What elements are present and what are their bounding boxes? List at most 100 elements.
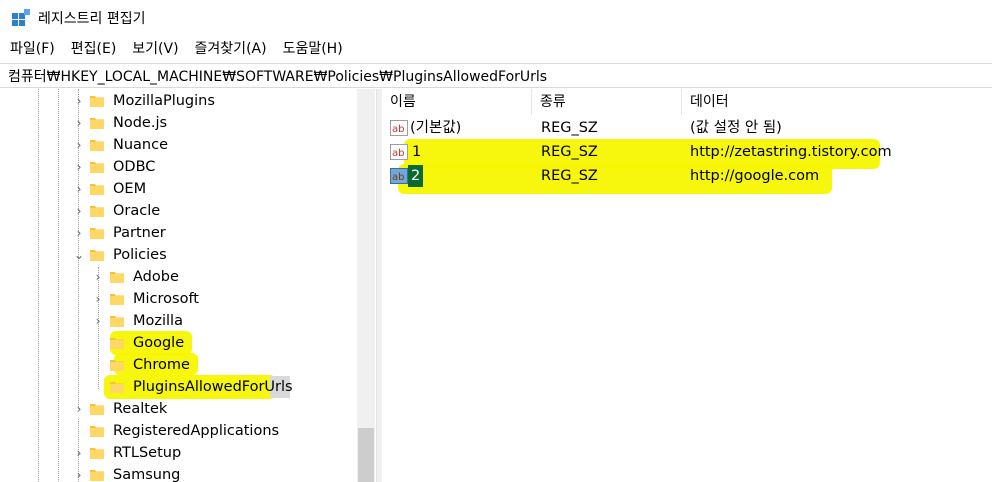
- tree-item-mozilla[interactable]: › Mozilla: [0, 310, 357, 332]
- window-title: 레지스트리 편집기: [38, 11, 146, 27]
- folder-icon: [90, 404, 104, 415]
- tree-item-label: PluginsAllowedForUrls: [133, 379, 293, 395]
- value-data: (값 설정 안 됨): [690, 120, 782, 136]
- folder-icon: [90, 470, 104, 481]
- tree-item-label: Google: [133, 335, 185, 351]
- value-type: REG_SZ: [541, 168, 598, 184]
- tree-item-label: Partner: [113, 225, 166, 241]
- folder-icon: [90, 184, 104, 195]
- tree-item-oracle[interactable]: › Oracle: [0, 200, 357, 222]
- tree-item-label: ODBC: [113, 159, 156, 175]
- menu-bar: 파일(F) 편집(E) 보기(V) 즐겨찾기(A) 도움말(H): [0, 38, 992, 60]
- tree-item-adobe[interactable]: › Adobe: [0, 266, 357, 288]
- string-value-icon: ab: [390, 144, 408, 160]
- column-header-type[interactable]: 종류: [532, 89, 682, 115]
- tree-item-samsung[interactable]: › Samsung: [0, 464, 357, 482]
- value-type: REG_SZ: [541, 144, 598, 160]
- tree-item-rtlsetup[interactable]: › RTLSetup: [0, 442, 357, 464]
- folder-icon: [90, 228, 104, 239]
- tree-scrollbar[interactable]: [357, 89, 375, 482]
- address-path[interactable]: 컴퓨터₩HKEY_LOCAL_MACHINE₩SOFTWARE₩Policies…: [8, 66, 547, 86]
- tree-item-google[interactable]: Google: [0, 332, 357, 354]
- values-list[interactable]: 이름 종류 데이터 ab (기본값) REG_SZ (값 설정 안 됨) ab …: [382, 89, 992, 482]
- value-name: 1: [412, 144, 422, 160]
- tree-item-policies[interactable]: ⌄ Policies: [0, 244, 357, 266]
- chevron-right-icon[interactable]: ›: [73, 156, 85, 178]
- column-header-data[interactable]: 데이터: [682, 89, 992, 115]
- menu-edit[interactable]: 편집(E): [63, 38, 125, 60]
- registry-editor-icon: [12, 9, 30, 26]
- string-value-icon: ab: [390, 168, 408, 184]
- address-bar[interactable]: 컴퓨터₩HKEY_LOCAL_MACHINE₩SOFTWARE₩Policies…: [0, 63, 992, 88]
- tree-item-odbc[interactable]: › ODBC: [0, 156, 357, 178]
- string-value-icon: ab: [390, 120, 408, 136]
- folder-icon: [90, 448, 104, 459]
- tree-item-label: Samsung: [113, 467, 181, 482]
- folder-icon: [90, 118, 104, 129]
- folder-icon: [110, 338, 124, 349]
- chevron-right-icon[interactable]: ›: [73, 442, 85, 464]
- tree-item-label: RTLSetup: [113, 445, 182, 461]
- folder-icon: [110, 360, 124, 371]
- chevron-right-icon[interactable]: ›: [73, 464, 85, 482]
- menu-file[interactable]: 파일(F): [2, 38, 63, 60]
- key-tree[interactable]: › MozillaPlugins › Node.js › Nuance › OD…: [0, 89, 376, 482]
- tree-item-nuance[interactable]: › Nuance: [0, 134, 357, 156]
- tree-item-partner[interactable]: › Partner: [0, 222, 357, 244]
- tree-item-nodejs[interactable]: › Node.js: [0, 112, 357, 134]
- menu-view[interactable]: 보기(V): [124, 38, 186, 60]
- chevron-right-icon[interactable]: ›: [92, 288, 104, 310]
- tree-item-label: Adobe: [133, 269, 179, 285]
- value-data: http://google.com: [690, 168, 820, 184]
- tree-item-label: OEM: [113, 181, 147, 197]
- chevron-right-icon[interactable]: ›: [73, 112, 85, 134]
- folder-icon: [110, 382, 124, 393]
- tree-item-label: Oracle: [113, 203, 161, 219]
- chevron-right-icon[interactable]: ›: [73, 398, 85, 420]
- svg-text:ab: ab: [392, 172, 404, 183]
- folder-icon: [110, 316, 124, 327]
- chevron-right-icon[interactable]: ›: [73, 134, 85, 156]
- chevron-right-icon[interactable]: ›: [92, 310, 104, 332]
- folder-icon: [90, 96, 104, 107]
- tree-item-oem[interactable]: › OEM: [0, 178, 357, 200]
- value-data: http://zetastring.tistory.com: [690, 144, 892, 160]
- folder-icon: [90, 162, 104, 173]
- value-name: 2: [408, 165, 424, 187]
- chevron-right-icon[interactable]: ›: [73, 222, 85, 244]
- chevron-right-icon[interactable]: ›: [73, 178, 85, 200]
- column-header-name[interactable]: 이름: [382, 89, 532, 115]
- tree-item-microsoft[interactable]: › Microsoft: [0, 288, 357, 310]
- chevron-right-icon[interactable]: ›: [73, 90, 85, 112]
- menu-favorites[interactable]: 즐겨찾기(A): [187, 38, 275, 60]
- svg-text:ab: ab: [392, 148, 404, 159]
- chevron-down-icon[interactable]: ⌄: [73, 244, 85, 266]
- value-name: (기본값): [410, 120, 462, 136]
- folder-icon: [90, 250, 104, 261]
- tree-item-label: MozillaPlugins: [113, 93, 215, 109]
- chevron-right-icon[interactable]: ›: [73, 200, 85, 222]
- tree-item-chrome[interactable]: Chrome: [0, 354, 357, 376]
- menu-help[interactable]: 도움말(H): [275, 38, 351, 60]
- title-bar: 레지스트리 편집기: [0, 0, 992, 36]
- tree-item-label: RegisteredApplications: [113, 423, 280, 439]
- folder-icon: [110, 272, 124, 283]
- value-row[interactable]: ab (기본값) REG_SZ (값 설정 안 됨): [382, 117, 992, 139]
- tree-item-registeredapplications[interactable]: RegisteredApplications: [0, 420, 357, 442]
- folder-icon: [90, 426, 104, 437]
- tree-item-label: Node.js: [113, 115, 168, 131]
- tree-item-label: Mozilla: [133, 313, 183, 329]
- svg-text:ab: ab: [392, 124, 404, 135]
- value-row[interactable]: ab 2 REG_SZ http://google.com: [382, 165, 992, 187]
- tree-scroll-thumb[interactable]: [358, 428, 374, 482]
- tree-item-label: Policies: [113, 247, 167, 263]
- tree-item-label: Chrome: [133, 357, 190, 373]
- value-row[interactable]: ab 1 REG_SZ http://zetastring.tistory.co…: [382, 141, 992, 163]
- tree-item-label: Microsoft: [133, 291, 199, 307]
- chevron-right-icon[interactable]: ›: [92, 266, 104, 288]
- tree-item-pluginsallowedforurls[interactable]: PluginsAllowedForUrls: [0, 376, 357, 398]
- tree-item-realtek[interactable]: › Realtek: [0, 398, 357, 420]
- value-type: REG_SZ: [541, 120, 598, 136]
- tree-item-label: Nuance: [113, 137, 169, 153]
- tree-item-mozillaplugins[interactable]: › MozillaPlugins: [0, 90, 357, 112]
